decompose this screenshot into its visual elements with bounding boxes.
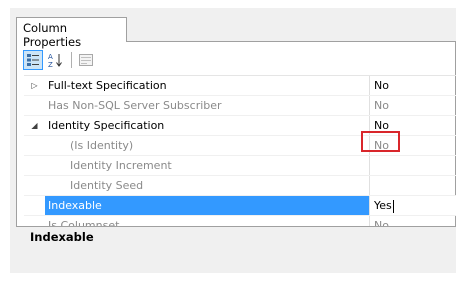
property-row[interactable]: Identity Increment (24, 155, 456, 175)
text-caret (392, 199, 394, 213)
tab-label: Column Properties (23, 21, 82, 49)
categorized-icon (27, 54, 39, 66)
alphabetical-sort-icon: A Z (48, 53, 62, 68)
toolbar-separator (71, 52, 72, 68)
highlight-annotation (361, 131, 400, 152)
property-row[interactable]: Has Non-SQL Server Subscriber No (24, 95, 456, 115)
property-value[interactable]: No (370, 76, 456, 95)
property-name: Identity Increment (45, 156, 370, 175)
property-name: Full-text Specification (45, 76, 370, 95)
property-value[interactable]: No (370, 96, 456, 115)
property-toolbar: A Z (23, 48, 98, 72)
property-value-text: Yes (374, 199, 392, 212)
expand-icon[interactable]: ▷ (24, 76, 45, 95)
svg-text:A: A (48, 53, 53, 61)
alphabetical-button[interactable]: A Z (45, 50, 65, 70)
property-name: (Is Identity) (45, 136, 370, 155)
property-pages-icon (79, 54, 93, 66)
svg-text:Z: Z (48, 61, 53, 68)
property-value-text: No (374, 99, 389, 112)
row-gutter (24, 136, 45, 155)
property-name: Indexable (45, 196, 370, 215)
property-row[interactable]: Identity Seed (24, 175, 456, 195)
categorized-button[interactable] (23, 50, 43, 70)
property-value[interactable] (370, 176, 456, 195)
property-row[interactable]: Indexable Yes (24, 195, 456, 215)
property-value-text: No (374, 79, 389, 92)
tab-column-properties[interactable]: Column Properties (16, 17, 127, 49)
property-pages-button[interactable] (76, 50, 96, 70)
property-name: Has Non-SQL Server Subscriber (45, 96, 370, 115)
row-gutter (24, 196, 45, 215)
collapse-icon[interactable]: ◢ (24, 116, 45, 135)
row-gutter (24, 176, 45, 195)
property-name: Identity Seed (45, 176, 370, 195)
row-gutter (24, 96, 45, 115)
property-value[interactable]: Yes (370, 196, 456, 215)
property-name: Identity Specification (45, 116, 370, 135)
property-row[interactable]: ▷ Full-text Specification No (24, 76, 456, 95)
description-title: Indexable (30, 230, 94, 244)
property-value[interactable] (370, 156, 456, 175)
row-gutter (24, 156, 45, 175)
